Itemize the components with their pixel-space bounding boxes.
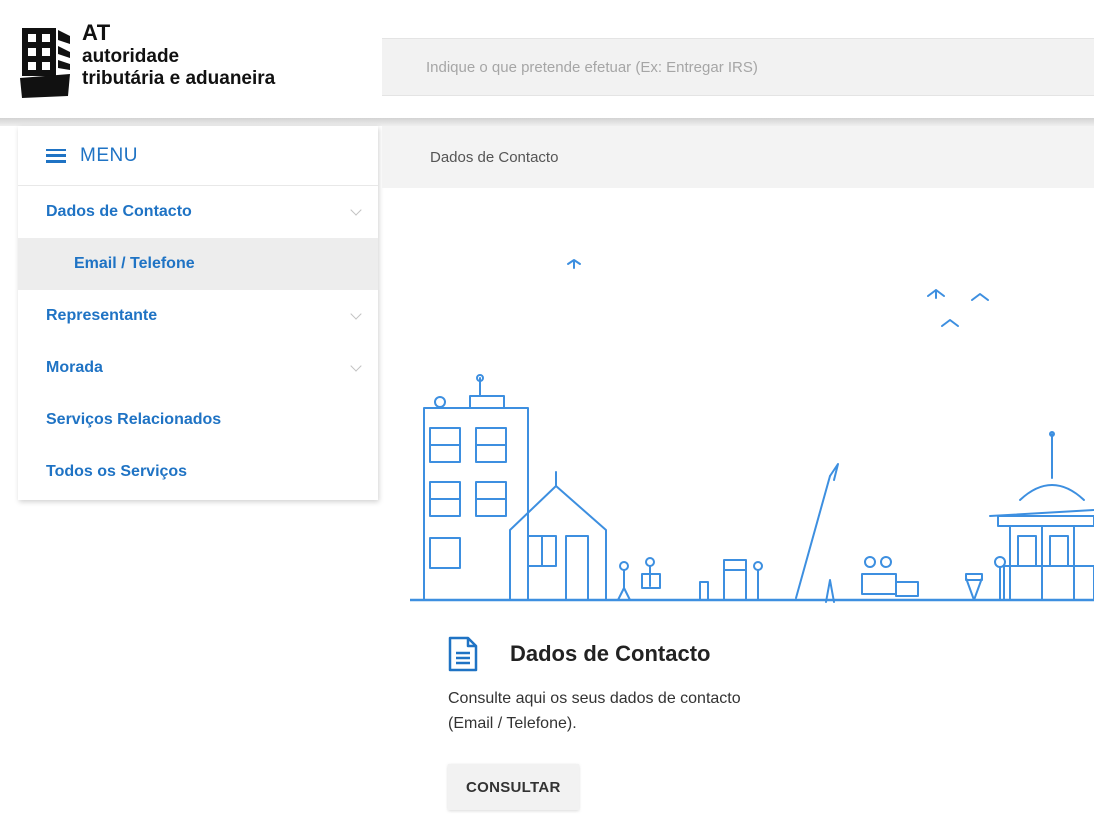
service-card: Dados de Contacto Consulte aqui os seus … xyxy=(448,636,1048,810)
chevron-down-icon xyxy=(350,204,362,216)
menu-label: MENU xyxy=(80,144,138,166)
logo-acronym: AT xyxy=(82,20,111,45)
card-title: Dados de Contacto xyxy=(510,641,711,666)
sidebar-subitem-email-telefone[interactable]: Email / Telefone xyxy=(18,238,378,290)
sidebar-item-label: Representante xyxy=(46,307,158,324)
sidebar-item-dados-de-contacto[interactable]: Dados de Contacto xyxy=(18,186,378,238)
hamburger-icon xyxy=(46,148,66,163)
at-emblem-icon xyxy=(20,28,70,98)
sidebar-item-morada[interactable]: Morada xyxy=(18,342,378,394)
logo-name-line1: autoridade xyxy=(82,46,180,67)
menu-toggle[interactable]: MENU xyxy=(18,126,378,186)
search-input[interactable] xyxy=(382,39,1094,95)
chevron-down-icon xyxy=(350,360,362,372)
consultar-button[interactable]: CONSULTAR xyxy=(448,764,579,810)
sidebar-menu: MENU Dados de Contacto Email / Telefone … xyxy=(18,126,378,500)
header-divider xyxy=(0,118,1094,126)
sidebar-item-todos-os-servicos[interactable]: Todos os Serviços xyxy=(18,446,378,498)
sidebar-item-label: Email / Telefone xyxy=(74,255,195,272)
sidebar-item-servicos-relacionados[interactable]: Serviços Relacionados xyxy=(18,394,378,446)
document-icon xyxy=(448,636,478,672)
card-description: Consulte aqui os seus dados de contacto … xyxy=(448,690,741,732)
sidebar-item-label: Serviços Relacionados xyxy=(46,411,222,428)
logo-name-line2: tributária e aduaneira xyxy=(82,68,276,89)
site-logo[interactable]: AT autoridade tributária e aduaneira xyxy=(18,22,358,106)
chevron-down-icon xyxy=(350,308,362,320)
breadcrumb: Dados de Contacto xyxy=(382,126,1094,188)
sidebar-item-label: Dados de Contacto xyxy=(46,203,192,220)
city-illustration xyxy=(410,259,1094,603)
search-bar xyxy=(382,38,1094,96)
sidebar-item-representante[interactable]: Representante xyxy=(18,290,378,342)
sidebar-item-label: Todos os Serviços xyxy=(46,463,188,480)
breadcrumb-current: Dados de Contacto xyxy=(430,148,559,166)
sidebar-item-label: Morada xyxy=(46,359,103,376)
